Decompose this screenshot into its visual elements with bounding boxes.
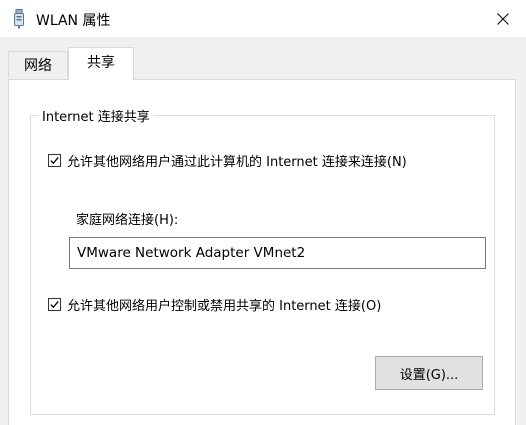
allow-control-checkbox[interactable] xyxy=(48,298,61,311)
close-button[interactable] xyxy=(480,0,526,37)
settings-button-label: 设置(G)... xyxy=(399,367,459,383)
home-network-field[interactable]: VMware Network Adapter VMnet2 xyxy=(69,237,486,269)
groupbox-title: Internet 连接共享 xyxy=(38,106,154,125)
tab-sharing-label: 共享 xyxy=(87,55,115,71)
home-network-label: 家庭网络连接(H): xyxy=(76,213,179,228)
allow-connect-checkbox[interactable] xyxy=(48,154,61,167)
home-network-value: VMware Network Adapter VMnet2 xyxy=(77,245,306,261)
tab-network-label: 网络 xyxy=(24,57,52,74)
settings-button[interactable]: 设置(G)... xyxy=(375,356,483,390)
tab-network[interactable]: 网络 xyxy=(8,51,68,77)
checkmark-icon xyxy=(50,156,59,165)
window-title: WLAN 属性 xyxy=(36,13,111,29)
close-icon xyxy=(497,12,509,25)
allow-connect-label[interactable]: 允许其他网络用户通过此计算机的 Internet 连接来连接(N) xyxy=(67,151,407,170)
title-bar: WLAN 属性 xyxy=(0,0,526,37)
tab-sharing[interactable]: 共享 xyxy=(68,47,134,80)
wlan-adapter-icon xyxy=(12,9,26,29)
checkmark-icon xyxy=(50,300,59,309)
allow-control-label[interactable]: 允许其他网络用户控制或禁用共享的 Internet 连接(O) xyxy=(67,295,381,314)
